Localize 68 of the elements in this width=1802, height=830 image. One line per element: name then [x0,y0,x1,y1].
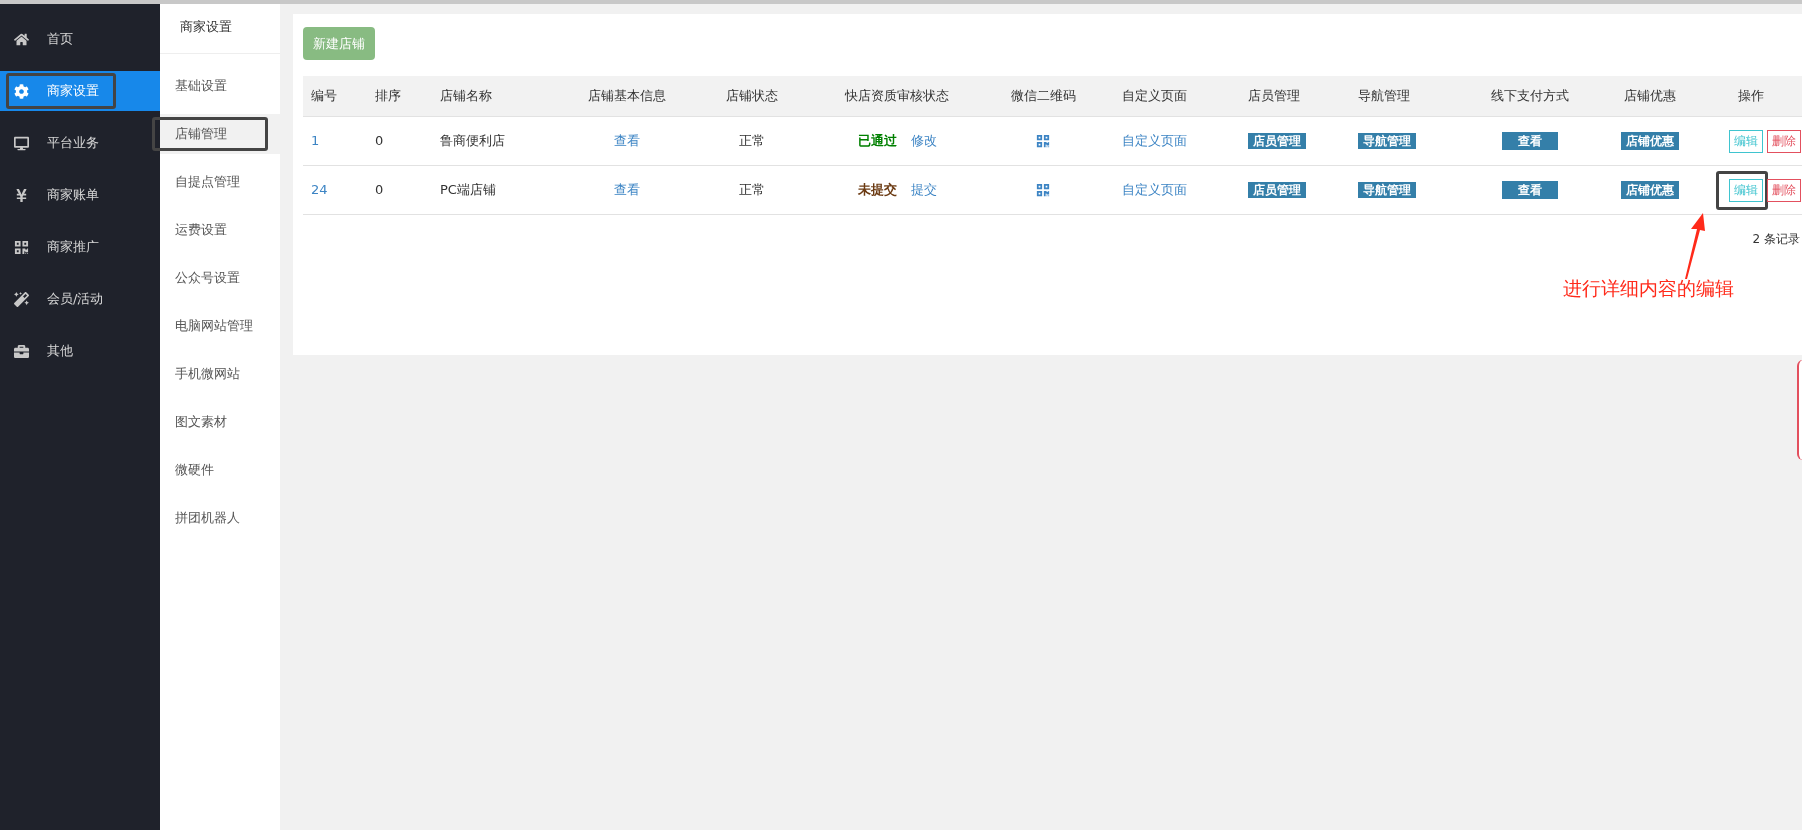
table-cell-text: 24 [310,181,329,200]
nav-item[interactable]: 商家推广 [0,227,160,267]
review-link[interactable]: 修改 [910,131,937,151]
navigation-button[interactable]: 导航管理 [1358,133,1416,150]
table-cell-text: 鲁商便利店 [439,132,506,151]
sub-nav-item[interactable]: 图文素材 [160,402,280,442]
staff-button[interactable]: 店员管理 [1248,182,1306,199]
table-cell-text: PC端店铺 [439,181,497,200]
table-cell-text: 0 [374,181,385,200]
nav-item[interactable]: 平台业务 [0,123,160,163]
qr-code-icon [14,239,29,255]
promotion-button[interactable]: 店铺优惠 [1621,181,1679,199]
table-cell-text: 正常 [738,132,766,151]
magic-wand-icon [14,291,29,307]
custom-page-link[interactable]: 自定义页面 [1122,182,1187,198]
sub-nav-item[interactable]: 电脑网站管理 [160,306,280,346]
annotation-text: 进行详细内容的编辑 [1563,276,1734,301]
custom-page-link[interactable]: 自定义页面 [1122,133,1187,149]
table-cell-text: 正常 [738,181,766,200]
view-link[interactable]: 查看 [614,182,640,198]
monitor-icon [14,135,29,151]
column-header: 店铺基本信息 [587,87,667,106]
nav-item[interactable]: 商家账单 [0,175,160,215]
review-status: 未提交 [857,181,897,200]
sub-sidebar-title: 商家设置 [160,0,280,54]
home-icon [14,31,29,47]
new-store-button[interactable]: 新建店铺 [303,27,375,60]
qr-code-icon[interactable] [1036,134,1050,148]
staff-button[interactable]: 店员管理 [1248,133,1306,150]
column-header: 线下支付方式 [1490,87,1570,106]
column-header: 自定义页面 [1121,87,1188,106]
sub-nav-item[interactable]: 基础设置 [160,66,280,106]
sub-nav-item[interactable]: 公众号设置 [160,258,280,298]
payment-view-button[interactable]: 查看 [1502,132,1558,150]
table-cell-text: 1 [310,132,321,151]
delete-button[interactable]: 删除 [1767,178,1801,202]
column-header: 排序 [374,87,402,106]
gear-icon [14,83,29,99]
table-cell-text: 0 [374,132,385,151]
payment-view-button[interactable]: 查看 [1502,181,1558,199]
delete-button[interactable]: 删除 [1767,129,1801,153]
sub-nav-item[interactable]: 手机微网站 [160,354,280,394]
nav-item[interactable]: 会员/活动 [0,279,160,319]
sub-nav-item[interactable]: 自提点管理 [160,162,280,202]
view-link[interactable]: 查看 [614,133,640,149]
navigation-button[interactable]: 导航管理 [1358,182,1416,199]
column-header: 导航管理 [1357,87,1411,106]
promotion-button[interactable]: 店铺优惠 [1621,132,1679,150]
nav-item[interactable]: 商家设置 [0,71,160,111]
review-status: 已通过 [857,132,897,151]
sub-nav-item[interactable]: 拼团机器人 [160,498,280,538]
column-header: 快店资质审核状态 [844,87,950,106]
nav-item[interactable]: 其他 [0,331,160,371]
column-header: 编号 [310,87,338,106]
column-header: 店铺名称 [439,87,493,106]
nav-item[interactable]: 首页 [0,19,160,59]
column-header: 店铺状态 [725,87,779,106]
column-header: 店铺优惠 [1623,87,1677,106]
column-header: 操作 [1737,87,1765,106]
yen-icon [14,187,29,203]
qr-code-icon[interactable] [1036,183,1050,197]
column-header: 微信二维码 [1009,87,1077,106]
review-link[interactable]: 提交 [910,180,937,200]
sub-nav-item[interactable]: 运费设置 [160,210,280,250]
sub-nav-item[interactable]: 微硬件 [160,450,280,490]
column-header: 店员管理 [1247,87,1301,106]
briefcase-icon [14,343,29,359]
record-count: 2 条记录 [1752,231,1800,248]
